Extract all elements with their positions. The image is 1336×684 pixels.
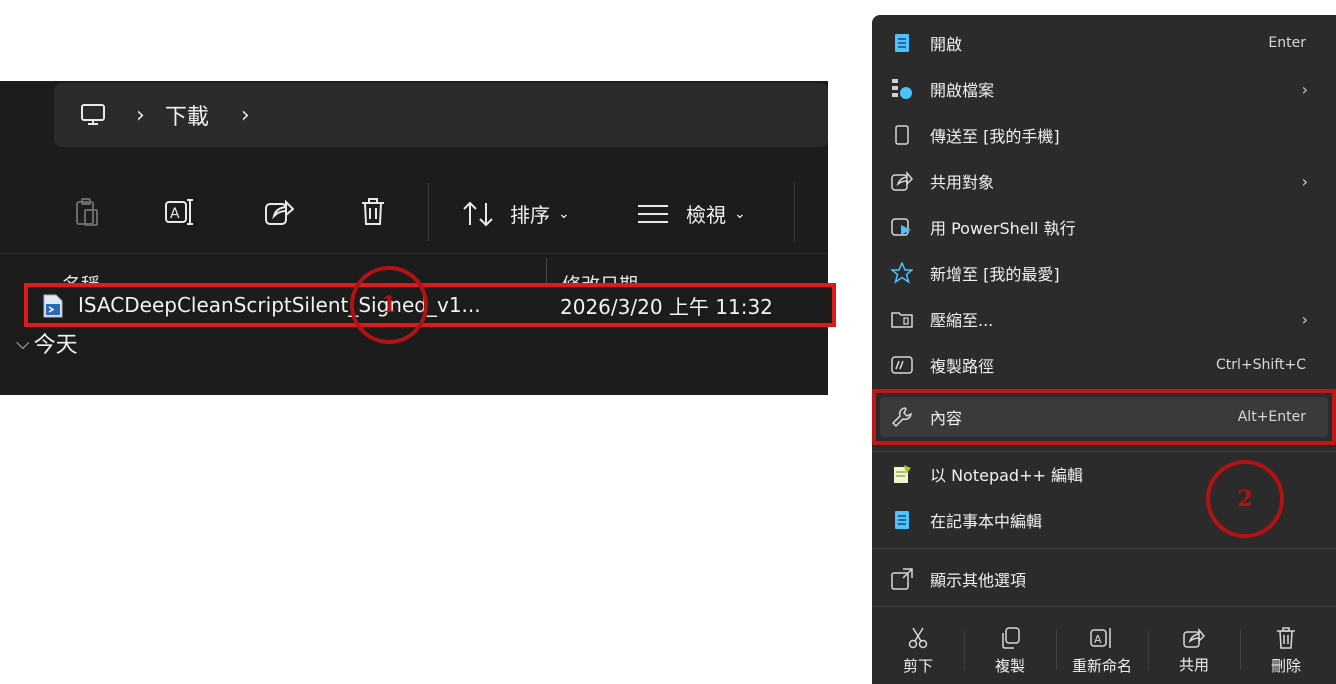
- cut-button[interactable]: 剪下: [872, 618, 964, 684]
- file-row[interactable]: ISACDeepCleanScriptSilent_Signed_v1... 2…: [24, 283, 836, 327]
- menu-item-shortcut: Enter: [1268, 35, 1306, 51]
- breadcrumb-separator[interactable]: ›: [241, 103, 250, 128]
- delete-button[interactable]: 刪除: [1240, 618, 1332, 684]
- view-button[interactable]: 檢視 ⌄: [636, 199, 746, 228]
- menu-item-label: 新增至 [我的最愛]: [930, 265, 1060, 284]
- phone-icon: [890, 123, 914, 147]
- menu-item-compress[interactable]: 壓縮至... ›: [872, 296, 1336, 342]
- toolbar-divider: [428, 183, 429, 241]
- file-explorer-window: › 下載 › A 排序 ⌄ 檢視 ⌄ 名稱 修改日期: [0, 81, 828, 395]
- group-label: 今天: [33, 333, 78, 358]
- menu-item-add-favorites[interactable]: 新增至 [我的最愛]: [872, 250, 1336, 296]
- sort-icon: [463, 201, 493, 226]
- chevron-right-icon: ›: [1301, 309, 1308, 329]
- star-icon: [890, 261, 914, 285]
- sort-label: 排序: [510, 203, 550, 227]
- quick-actions-bar: 剪下 複製 A 重新命名 共用 刪除: [872, 618, 1336, 684]
- delete-icon[interactable]: [360, 197, 386, 227]
- rename-button[interactable]: A 重新命名: [1056, 618, 1148, 684]
- copy-icon: [1002, 626, 1020, 649]
- share-button[interactable]: 共用: [1148, 618, 1240, 684]
- menu-item-label: 壓縮至...: [930, 311, 994, 330]
- open-with-icon: [890, 77, 914, 101]
- wrench-icon: [890, 405, 914, 429]
- share-icon: [1183, 627, 1205, 648]
- share-icon: [890, 169, 914, 193]
- step-badge-2: 2: [1206, 460, 1284, 538]
- command-bar: A 排序 ⌄ 檢視 ⌄: [0, 171, 828, 253]
- delete-label: 刪除: [1270, 656, 1301, 675]
- chevron-right-icon: ›: [1301, 171, 1308, 191]
- more-options-icon: [890, 567, 914, 591]
- this-pc-icon[interactable]: [80, 103, 106, 127]
- breadcrumb-downloads[interactable]: 下載: [165, 99, 209, 131]
- powershell-script-icon: [42, 294, 64, 322]
- rename-icon: A: [1090, 627, 1111, 648]
- svg-text:A: A: [170, 206, 180, 222]
- share-label: 共用: [1178, 655, 1209, 674]
- rename-label: 重新命名: [1071, 656, 1132, 675]
- view-label: 檢視: [686, 203, 726, 227]
- copy-label: 複製: [994, 656, 1025, 675]
- menu-item-properties[interactable]: 內容 Alt+Enter: [872, 394, 1336, 440]
- notepad-icon: [890, 508, 914, 532]
- svg-text:A: A: [1094, 633, 1102, 646]
- cut-label: 剪下: [902, 656, 933, 675]
- menu-item-label: 以 Notepad++ 編輯: [930, 466, 1083, 485]
- rename-icon[interactable]: A: [164, 198, 196, 226]
- chevron-down-icon: ⌄: [734, 205, 746, 222]
- file-modified-date: 2026/3/20 上午 11:32: [560, 294, 773, 319]
- step-badge-1: 1: [350, 266, 428, 344]
- menu-item-label: 顯示其他選項: [930, 571, 1027, 590]
- menu-item-show-more[interactable]: 顯示其他選項: [872, 556, 1336, 602]
- scissors-icon: [908, 627, 928, 648]
- paste-icon[interactable]: [74, 197, 100, 227]
- chevron-down-icon: ⌵: [16, 332, 30, 354]
- chevron-right-icon: ›: [1301, 79, 1308, 99]
- view-icon: [638, 204, 668, 223]
- notepadpp-icon: [890, 462, 914, 486]
- menu-item-label: 開啟: [930, 35, 963, 54]
- menu-item-send-to-phone[interactable]: 傳送至 [我的手機]: [872, 112, 1336, 158]
- menu-divider: [872, 548, 1336, 549]
- copy-path-icon: [890, 353, 914, 377]
- menu-item-shortcut: Ctrl+Shift+C: [1216, 357, 1306, 373]
- zip-folder-icon: [890, 307, 914, 331]
- share-icon[interactable]: [264, 198, 294, 226]
- notepad-icon: [890, 31, 914, 55]
- menu-item-label: 複製路徑: [930, 357, 995, 376]
- copy-button[interactable]: 複製: [964, 618, 1056, 684]
- menu-item-label: 傳送至 [我的手機]: [930, 127, 1060, 146]
- breadcrumb-separator[interactable]: ›: [136, 103, 145, 128]
- menu-item-label: 共用對象: [930, 173, 995, 192]
- menu-divider: [872, 606, 1336, 607]
- group-header-today[interactable]: ⌵ 今天: [16, 327, 78, 359]
- menu-item-run-powershell[interactable]: 用 PowerShell 執行: [872, 204, 1336, 250]
- context-menu: 開啟 Enter 開啟檔案 › 傳送至 [我的手機] 共用對象 › 用 Powe…: [872, 15, 1336, 684]
- menu-item-label: 在記事本中編輯: [930, 512, 1043, 531]
- menu-item-share-with[interactable]: 共用對象 ›: [872, 158, 1336, 204]
- menu-item-label: 開啟檔案: [930, 81, 995, 100]
- sort-button[interactable]: 排序 ⌄: [460, 199, 570, 228]
- menu-item-label: 內容: [930, 409, 963, 428]
- menu-item-open-with[interactable]: 開啟檔案 ›: [872, 66, 1336, 112]
- menu-item-shortcut: Alt+Enter: [1237, 409, 1306, 425]
- toolbar-divider: [794, 183, 795, 241]
- powershell-icon: [890, 215, 914, 239]
- menu-item-label: 用 PowerShell 執行: [930, 219, 1076, 238]
- delete-icon: [1277, 626, 1295, 649]
- chevron-down-icon: ⌄: [558, 205, 570, 222]
- address-bar[interactable]: › 下載 ›: [54, 83, 828, 147]
- menu-item-copy-path[interactable]: 複製路徑 Ctrl+Shift+C: [872, 342, 1336, 388]
- menu-item-open[interactable]: 開啟 Enter: [872, 20, 1336, 66]
